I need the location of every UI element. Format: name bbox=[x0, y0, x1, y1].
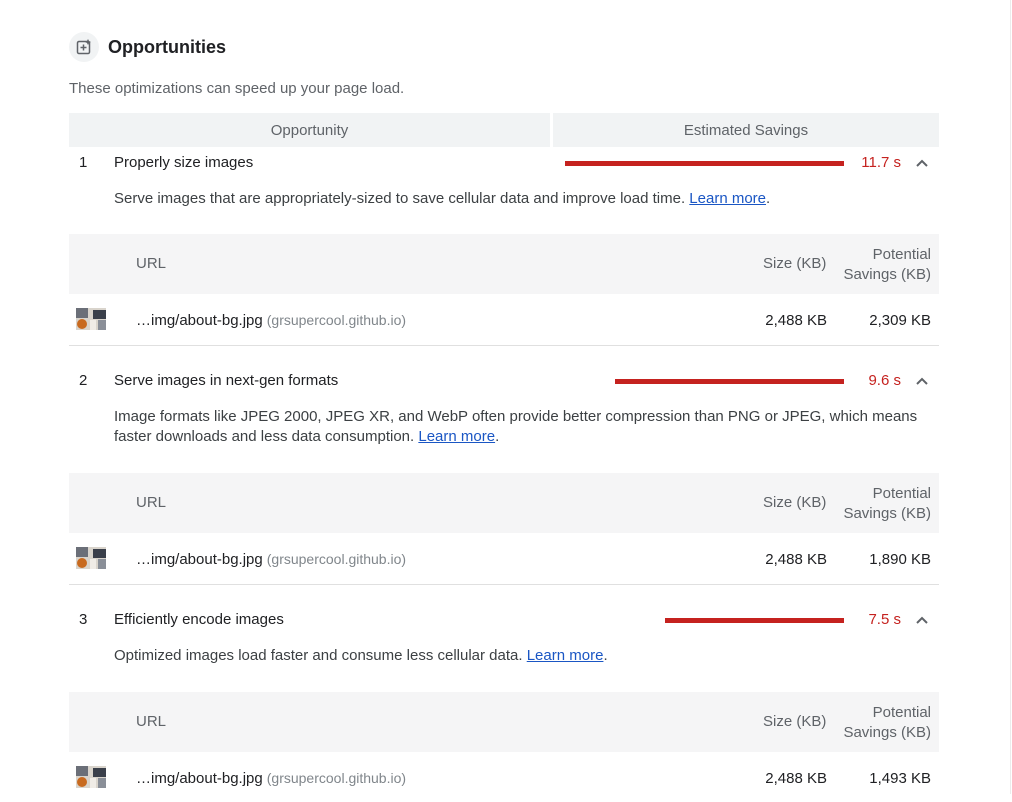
resource-size: 2,488 KB bbox=[765, 312, 827, 329]
audit-icon bbox=[69, 32, 99, 62]
header-potential-savings: Potential Savings (KB) bbox=[843, 484, 931, 524]
savings-bar bbox=[665, 618, 844, 623]
opportunity-summary-row[interactable]: 1 Properly size images 11.7 s bbox=[69, 147, 939, 179]
opportunity-number: 3 bbox=[79, 611, 88, 628]
details-table-header: URL Size (KB) Potential Savings (KB) bbox=[69, 473, 939, 533]
section-header: Opportunities bbox=[69, 32, 226, 62]
item-divider bbox=[69, 345, 939, 346]
header-potential-line2: Savings (KB) bbox=[843, 505, 931, 522]
column-opportunity: Opportunity bbox=[69, 113, 550, 147]
resource-url[interactable]: …img/about-bg.jpg (grsupercool.github.io) bbox=[136, 551, 406, 568]
header-potential-line1: Potential bbox=[872, 704, 931, 721]
opportunity-title: Properly size images bbox=[114, 154, 254, 171]
url-host: (grsupercool.github.io) bbox=[266, 312, 407, 328]
savings-value: 9.6 s bbox=[868, 372, 901, 389]
description-tail: . bbox=[766, 190, 771, 207]
learn-more-link[interactable]: Learn more bbox=[689, 190, 766, 207]
savings-value: 7.5 s bbox=[868, 611, 901, 628]
opportunity-title: Serve images in next-gen formats bbox=[114, 372, 339, 389]
savings-bar bbox=[565, 161, 844, 166]
url-host: (grsupercool.github.io) bbox=[266, 770, 407, 786]
image-thumbnail bbox=[76, 308, 106, 330]
description-text: Optimized images load faster and consume… bbox=[114, 647, 527, 664]
potential-savings: 2,309 KB bbox=[869, 312, 931, 329]
header-potential-line1: Potential bbox=[872, 485, 931, 502]
opportunity-title: Efficiently encode images bbox=[114, 611, 284, 628]
opportunity-item: 3 Efficiently encode images 7.5 s Optimi… bbox=[69, 604, 939, 802]
item-divider bbox=[69, 584, 939, 585]
chevron-up-icon[interactable] bbox=[915, 374, 929, 388]
header-potential-savings: Potential Savings (KB) bbox=[843, 245, 931, 285]
header-potential-line1: Potential bbox=[872, 246, 931, 263]
url-path[interactable]: …img/about-bg.jpg bbox=[136, 551, 263, 568]
table-row: …img/about-bg.jpg (grsupercool.github.io)… bbox=[69, 533, 939, 583]
learn-more-link[interactable]: Learn more bbox=[418, 428, 495, 445]
header-url: URL bbox=[136, 494, 167, 511]
description-tail: . bbox=[603, 647, 608, 664]
description-text: Image formats like JPEG 2000, JPEG XR, a… bbox=[114, 408, 918, 445]
details-table-header: URL Size (KB) Potential Savings (KB) bbox=[69, 234, 939, 294]
opportunity-item: 1 Properly size images 11.7 s Serve imag… bbox=[69, 147, 939, 346]
header-size: Size (KB) bbox=[763, 713, 827, 730]
resource-size: 2,488 KB bbox=[765, 770, 827, 787]
section-subtitle: These optimizations can speed up your pa… bbox=[69, 80, 405, 97]
table-row: …img/about-bg.jpg (grsupercool.github.io)… bbox=[69, 752, 939, 802]
opportunity-description: Serve images that are appropriately-size… bbox=[114, 189, 924, 209]
resource-url[interactable]: …img/about-bg.jpg (grsupercool.github.io) bbox=[136, 312, 406, 329]
opportunity-summary-row[interactable]: 2 Serve images in next-gen formats 9.6 s bbox=[69, 365, 939, 397]
savings-value: 11.7 s bbox=[861, 154, 901, 171]
header-potential-line2: Savings (KB) bbox=[843, 266, 931, 283]
image-thumbnail bbox=[76, 766, 106, 788]
resource-size: 2,488 KB bbox=[765, 551, 827, 568]
page-edge-divider bbox=[1010, 0, 1011, 794]
section-title: Opportunities bbox=[108, 36, 226, 57]
url-host: (grsupercool.github.io) bbox=[266, 551, 407, 567]
header-size: Size (KB) bbox=[763, 494, 827, 511]
resource-url[interactable]: …img/about-bg.jpg (grsupercool.github.io) bbox=[136, 770, 406, 787]
chevron-up-icon[interactable] bbox=[915, 613, 929, 627]
potential-savings: 1,890 KB bbox=[869, 551, 931, 568]
column-headers: Opportunity Estimated Savings bbox=[69, 113, 939, 147]
learn-more-link[interactable]: Learn more bbox=[527, 647, 604, 664]
opportunity-number: 1 bbox=[79, 154, 88, 171]
url-path[interactable]: …img/about-bg.jpg bbox=[136, 312, 263, 329]
opportunity-description: Image formats like JPEG 2000, JPEG XR, a… bbox=[114, 407, 924, 447]
chevron-up-icon[interactable] bbox=[915, 156, 929, 170]
column-estimated-savings: Estimated Savings bbox=[553, 113, 939, 147]
header-potential-savings: Potential Savings (KB) bbox=[843, 703, 931, 743]
header-url: URL bbox=[136, 255, 167, 272]
header-potential-line2: Savings (KB) bbox=[843, 724, 931, 741]
opportunity-number: 2 bbox=[79, 372, 88, 389]
opportunity-item: 2 Serve images in next-gen formats 9.6 s… bbox=[69, 365, 939, 585]
savings-bar bbox=[615, 379, 844, 384]
image-thumbnail bbox=[76, 547, 106, 569]
header-url: URL bbox=[136, 713, 167, 730]
details-table-header: URL Size (KB) Potential Savings (KB) bbox=[69, 692, 939, 752]
potential-savings: 1,493 KB bbox=[869, 770, 931, 787]
header-size: Size (KB) bbox=[763, 255, 827, 272]
description-text: Serve images that are appropriately-size… bbox=[114, 190, 690, 207]
description-tail: . bbox=[495, 428, 500, 445]
table-row: …img/about-bg.jpg (grsupercool.github.io)… bbox=[69, 294, 939, 344]
opportunity-summary-row[interactable]: 3 Efficiently encode images 7.5 s bbox=[69, 604, 939, 636]
url-path[interactable]: …img/about-bg.jpg bbox=[136, 770, 263, 787]
opportunity-description: Optimized images load faster and consume… bbox=[114, 646, 924, 666]
